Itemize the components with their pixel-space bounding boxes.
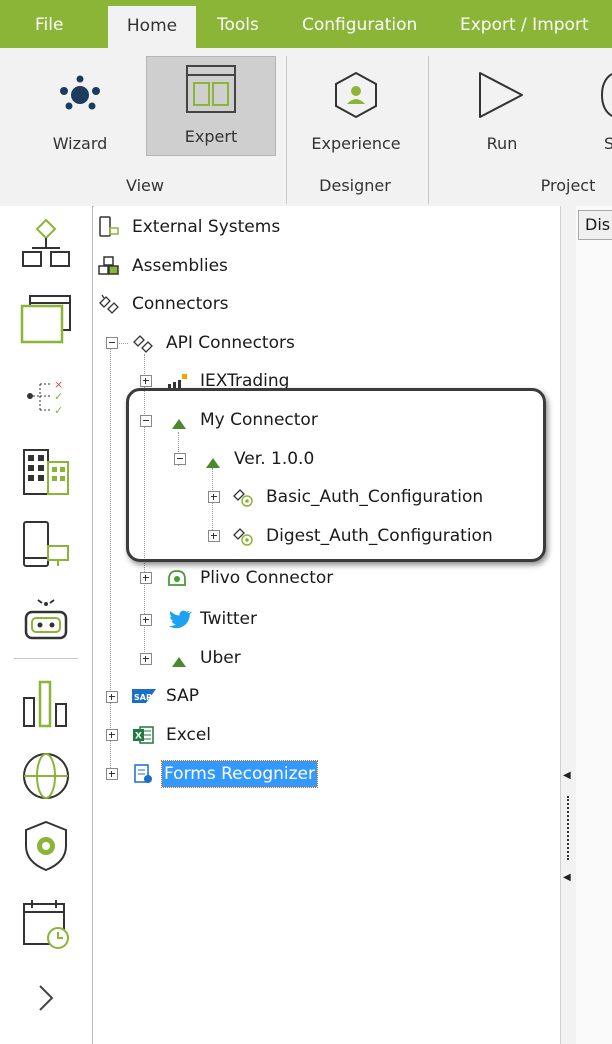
tree-label: Plivo Connector [200, 568, 334, 588]
partial-label: S [604, 134, 612, 153]
tree-label-selected: Forms Recognizer [161, 760, 318, 788]
forms-recognizer-icon [134, 764, 152, 783]
experience-icon [335, 71, 377, 119]
excel-icon: X [133, 726, 154, 744]
svg-text:✓: ✓ [54, 390, 63, 403]
calendar-clock-icon[interactable] [18, 896, 74, 952]
chevron-right-icon[interactable] [18, 970, 74, 1026]
group-designer: Designer [319, 176, 391, 195]
tree-label: SAP [166, 686, 199, 706]
checklist-icon[interactable]: × ✓ ✓ [18, 368, 74, 424]
tab-export-import[interactable]: Export / Import [460, 0, 589, 48]
tree-label: Assemblies [132, 256, 228, 276]
tree-label: API Connectors [166, 333, 295, 353]
sap-icon: SAP [132, 689, 156, 703]
expand-toggle[interactable] [106, 729, 118, 741]
right-panel-tab[interactable]: Dis [578, 210, 612, 240]
svg-text:X: X [135, 732, 142, 742]
ribbon-separator [286, 56, 287, 204]
connector-plug-icon [99, 294, 119, 314]
tree-label: Connectors [132, 294, 229, 314]
right-pane [576, 206, 612, 1044]
sidebar-divider [14, 658, 78, 659]
highlight-callout [126, 388, 546, 562]
tree-line [110, 342, 111, 778]
expert-icon [186, 65, 236, 113]
partial-icon [600, 73, 612, 117]
uber-triangle-icon [172, 657, 186, 667]
expand-toggle[interactable] [140, 375, 152, 387]
tree-label: Twitter [200, 609, 257, 629]
play-icon [479, 72, 523, 118]
splitter-grip[interactable] [567, 796, 571, 860]
project-tree: External Systems Assemblies Connectors A… [94, 206, 560, 1044]
tab-file[interactable]: File [35, 0, 63, 48]
bar-chart-icon[interactable] [18, 676, 74, 732]
window-icon[interactable] [18, 292, 74, 348]
wizard-icon [60, 75, 100, 110]
svg-text:SAP: SAP [134, 693, 152, 702]
collapse-left-icon[interactable]: ◀ [563, 872, 571, 883]
collapse-toggle[interactable] [106, 337, 118, 349]
tab-configuration[interactable]: Configuration [302, 0, 417, 48]
wizard-button[interactable]: Wizard [40, 58, 120, 158]
left-icon-bar: × ✓ ✓ [0, 206, 93, 1044]
tab-tools[interactable]: Tools [217, 0, 259, 48]
experience-button[interactable]: Experience [300, 58, 412, 158]
plivo-icon [168, 570, 186, 586]
expert-button[interactable]: Expert [146, 56, 276, 156]
menu-bar: File Home Tools Configuration Export / I… [0, 0, 612, 48]
expand-toggle[interactable] [140, 572, 152, 584]
wizard-label: Wizard [52, 134, 108, 153]
robot-icon[interactable] [18, 592, 74, 648]
expand-toggle[interactable] [140, 653, 152, 665]
run-button[interactable]: Run [460, 58, 544, 158]
ribbon: Wizard Expert Experience Run S View Desi… [0, 48, 612, 207]
buildings-icon[interactable] [18, 444, 74, 500]
partial-ribbon-button[interactable]: S [596, 58, 612, 158]
assemblies-icon [98, 256, 119, 275]
tree-label: Excel [166, 725, 212, 745]
collapse-left-icon[interactable]: ◀ [563, 770, 571, 781]
group-project: Project [540, 176, 596, 195]
connector-plug-icon [133, 335, 153, 353]
tree-label: Uber [200, 648, 241, 668]
expand-toggle[interactable] [140, 614, 152, 626]
expand-toggle[interactable] [106, 691, 118, 703]
globe-icon[interactable] [18, 748, 74, 804]
experience-label: Experience [311, 134, 401, 153]
twitter-icon [168, 610, 192, 629]
device-icon[interactable] [18, 518, 74, 574]
svg-text:✓: ✓ [54, 404, 63, 417]
flow-diagram-icon[interactable] [18, 218, 74, 274]
shield-gear-icon[interactable] [18, 818, 74, 874]
group-view: View [126, 176, 164, 195]
expand-toggle[interactable] [106, 768, 118, 780]
run-label: Run [486, 134, 518, 153]
ribbon-separator [428, 56, 429, 204]
expert-label: Expert [184, 127, 238, 146]
external-systems-icon [99, 216, 119, 237]
tree-label: External Systems [132, 217, 281, 237]
tab-home[interactable]: Home [108, 6, 196, 48]
